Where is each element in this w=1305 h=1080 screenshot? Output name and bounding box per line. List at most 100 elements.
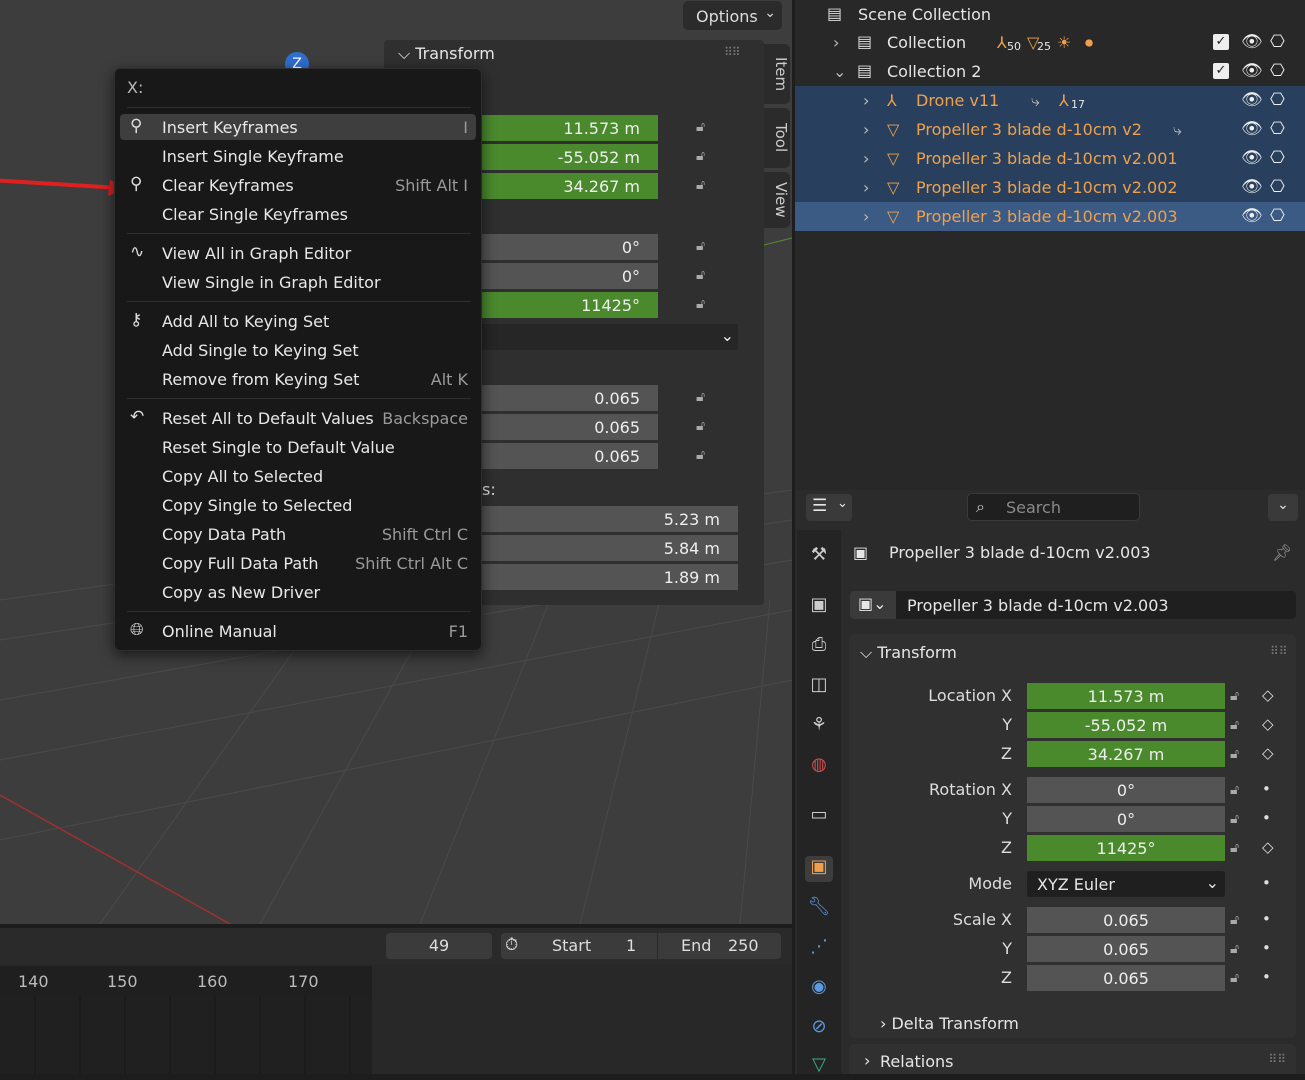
lock-icon[interactable]: 🔓︎ <box>696 389 716 407</box>
data-icon[interactable]: ▽ <box>805 1054 833 1080</box>
scene-icon[interactable]: ⚘ <box>805 714 833 740</box>
keyframe-diamond-icon[interactable]: ◇ <box>1262 838 1274 856</box>
physics-icon[interactable]: ◉ <box>805 976 833 1002</box>
render-camera-icon[interactable]: ⎔ <box>1270 206 1285 226</box>
rotation-x-field[interactable]: 0° <box>482 234 658 260</box>
scale-x-field[interactable]: 0.065 <box>482 385 658 411</box>
dimension-y-field[interactable]: 5.84 m <box>482 535 738 561</box>
menu-item-insert-keyframes[interactable]: ⚲ Insert Keyframes I <box>120 114 476 140</box>
particles-icon[interactable]: ⋰ <box>805 936 833 962</box>
outliner-row-propeller[interactable]: › ▽ Propeller 3 blade d-10cm v2.001 👁︎ ⎔ <box>795 144 1305 173</box>
tab-item[interactable]: Item <box>764 44 790 104</box>
lock-icon[interactable]: 🔓︎ <box>1230 970 1239 986</box>
search-input[interactable]: ⌕ Search <box>967 493 1140 521</box>
lock-icon[interactable]: 🔓︎ <box>696 296 716 314</box>
start-frame-value[interactable]: 1 <box>626 936 636 955</box>
location-z-field[interactable]: 34.267 m <box>482 173 658 199</box>
options-chevron-button[interactable]: ⌄ <box>1268 494 1298 521</box>
menu-item-clear-keyframes[interactable]: ⚲ Clear Keyframes Shift Alt I <box>120 172 476 198</box>
eye-icon[interactable]: 👁︎ <box>1241 32 1263 52</box>
scale-y-field[interactable]: 0.065 <box>1027 936 1225 962</box>
lock-icon[interactable]: 🔓︎ <box>1230 941 1239 957</box>
view-layer-icon[interactable]: ◫ <box>805 674 833 700</box>
constraints-icon[interactable]: ⊘ <box>805 1016 833 1042</box>
panel-grip-icon[interactable]: ⠿⠿ <box>724 45 741 59</box>
object-type-dropdown[interactable]: ▣⌄ <box>850 591 896 619</box>
output-icon[interactable]: ⎙ <box>805 634 833 660</box>
render-camera-icon[interactable]: ⎔ <box>1270 119 1285 139</box>
scale-z-field[interactable]: 0.065 <box>482 443 658 469</box>
rotation-y-field[interactable]: 0° <box>482 263 658 289</box>
keyframe-diamond-icon[interactable]: ◇ <box>1262 715 1274 733</box>
rotation-z-field[interactable]: 11425° <box>482 292 658 318</box>
timeline-track-area[interactable] <box>0 996 372 1074</box>
location-x-field[interactable]: 11.573 m <box>1027 683 1225 709</box>
pin-icon[interactable]: 📌︎ <box>1272 543 1292 562</box>
menu-item-copy-data-path[interactable]: Copy Data Path Shift Ctrl C <box>120 521 476 547</box>
dimension-z-field[interactable]: 1.89 m <box>482 564 738 590</box>
editor-type-dropdown[interactable]: ☰ ⌄ <box>806 494 852 521</box>
keyframe-dot-icon[interactable]: • <box>1262 910 1271 928</box>
menu-item-copy-full-data-path[interactable]: Copy Full Data Path Shift Ctrl Alt C <box>120 550 476 576</box>
lock-icon[interactable]: 🔓︎ <box>696 148 716 166</box>
lock-icon[interactable]: 🔓︎ <box>696 177 716 195</box>
outliner-row-collection[interactable]: › ▤ Collection ⅄ 50 ▽ 25 ☀︎ ⏺︎ ✓ 👁︎ ⎔ <box>795 28 1305 57</box>
chevron-right-icon[interactable]: › <box>863 207 869 226</box>
render-camera-icon[interactable]: ⎔ <box>1270 177 1285 197</box>
current-frame-field[interactable]: 49 <box>386 933 492 959</box>
tab-view[interactable]: View <box>764 172 790 228</box>
eye-icon[interactable]: 👁︎ <box>1241 177 1263 197</box>
rotation-mode-dropdown[interactable]: ⌄ <box>482 324 738 350</box>
location-x-field[interactable]: 11.573 m <box>482 115 658 141</box>
keyframe-diamond-icon[interactable]: ◇ <box>1262 686 1274 704</box>
menu-item-reset-all-defaults[interactable]: ↶ Reset All to Default Values Backspace <box>120 405 476 431</box>
menu-item-add-all-keying-set[interactable]: ⚷ Add All to Keying Set <box>120 308 476 334</box>
world-icon[interactable]: ◍ <box>805 754 833 780</box>
menu-item-online-manual[interactable]: 🌐︎ Online Manual F1 <box>120 618 476 644</box>
keyframe-diamond-icon[interactable]: ◇ <box>1262 744 1274 762</box>
menu-item-copy-all-selected[interactable]: Copy All to Selected <box>120 463 476 489</box>
rotation-y-field[interactable]: 0° <box>1027 806 1225 832</box>
scale-y-field[interactable]: 0.065 <box>482 414 658 440</box>
eye-icon[interactable]: 👁︎ <box>1241 61 1263 81</box>
render-camera-icon[interactable]: ⎔ <box>1270 61 1285 81</box>
menu-item-copy-single-selected[interactable]: Copy Single to Selected <box>120 492 476 518</box>
chevron-right-icon[interactable]: › <box>833 33 839 52</box>
lock-icon[interactable]: 🔓︎ <box>1230 717 1239 733</box>
lock-icon[interactable]: 🔓︎ <box>696 238 716 256</box>
outliner-row-drone[interactable]: › ⅄ Drone v11 ⤷ ⅄ 17 👁︎ ⎔ <box>795 86 1305 115</box>
lock-icon[interactable]: 🔓︎ <box>696 119 716 137</box>
keyframe-dot-icon[interactable]: • <box>1262 968 1271 986</box>
rotation-x-field[interactable]: 0° <box>1027 777 1225 803</box>
rotation-mode-dropdown[interactable]: XYZ Euler ⌄ <box>1027 871 1225 897</box>
tab-tool[interactable]: Tool <box>764 108 790 168</box>
lock-icon[interactable]: 🔓︎ <box>1230 811 1239 827</box>
lock-icon[interactable]: 🔓︎ <box>696 267 716 285</box>
menu-item-view-all-graph-editor[interactable]: ∿ View All in Graph Editor <box>120 240 476 266</box>
eye-icon[interactable]: 👁︎ <box>1241 206 1263 226</box>
eye-icon[interactable]: 👁︎ <box>1241 90 1263 110</box>
render-camera-icon[interactable]: ⎔ <box>1270 90 1285 110</box>
menu-item-clear-single-keyframes[interactable]: Clear Single Keyframes <box>120 201 476 227</box>
chevron-right-icon[interactable]: › <box>863 91 869 110</box>
outliner-row-propeller[interactable]: › ▽ Propeller 3 blade d-10cm v2.002 👁︎ ⎔ <box>795 173 1305 202</box>
exclude-checkbox[interactable]: ✓ <box>1213 34 1229 50</box>
eye-icon[interactable]: 👁︎ <box>1241 148 1263 168</box>
chevron-right-icon[interactable]: › <box>863 149 869 168</box>
outliner-row-scene-collection[interactable]: ▤ Scene Collection <box>795 0 1305 29</box>
outliner-row-collection-2[interactable]: ⌄ ▤ Collection 2 ✓ 👁︎ ⎔ <box>795 57 1305 86</box>
lock-icon[interactable]: 🔓︎ <box>1230 688 1239 704</box>
menu-item-insert-single-keyframe[interactable]: Insert Single Keyframe <box>120 143 476 169</box>
keyframe-dot-icon[interactable]: • <box>1262 939 1271 957</box>
transform-panel-header[interactable]: ⌵ Transform <box>398 44 495 64</box>
location-y-field[interactable]: -55.052 m <box>1027 712 1225 738</box>
chevron-down-icon[interactable]: ⌄ <box>833 62 846 81</box>
object-icon[interactable]: ▣ <box>805 856 833 882</box>
menu-item-view-single-graph-editor[interactable]: View Single in Graph Editor <box>120 269 476 295</box>
location-y-field[interactable]: -55.052 m <box>482 144 658 170</box>
menu-item-remove-keying-set[interactable]: Remove from Keying Set Alt K <box>120 366 476 392</box>
relations-panel[interactable]: › Relations ⠿⠿ <box>849 1044 1296 1074</box>
keyframe-dot-icon[interactable]: • <box>1262 809 1271 827</box>
stopwatch-icon[interactable]: ⏱︎ <box>505 935 518 955</box>
lock-icon[interactable]: 🔓︎ <box>696 447 716 465</box>
